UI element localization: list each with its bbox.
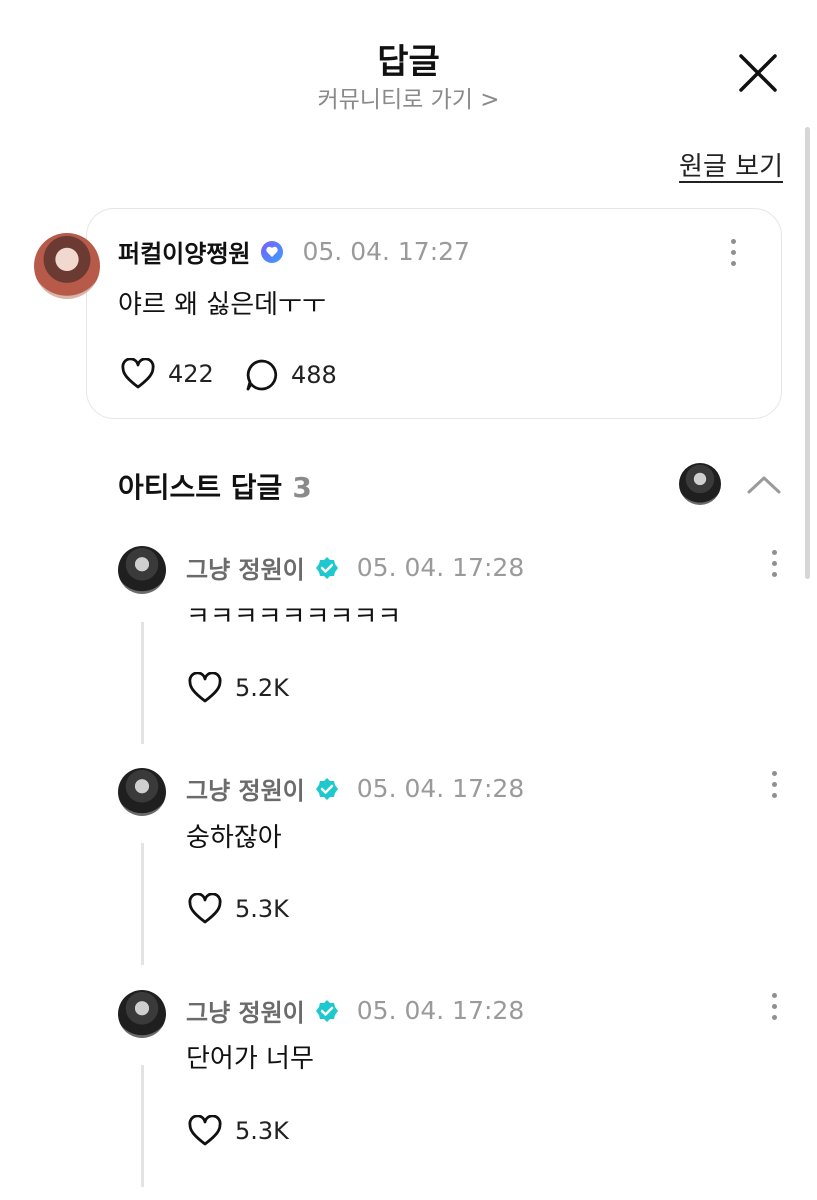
- comment-count: 488: [291, 361, 337, 389]
- reply-time: 05. 04. 17:28: [356, 774, 525, 803]
- artist-replies-heading: 아티스트 답글 3: [118, 466, 312, 506]
- post-meta: 퍼컬이양쩡원 05. 04. 17:27: [118, 234, 470, 269]
- more-vertical-icon[interactable]: [769, 771, 779, 801]
- reply-text: 숭하잖아: [186, 823, 282, 853]
- reply-author: 그냥 정원이: [186, 999, 305, 1027]
- reply-text: ㅋㅋㅋㅋㅋㅋㅋㅋㅋ: [186, 602, 402, 632]
- close-icon: [739, 54, 777, 92]
- reply-meta: 그냥 정원이 05. 04. 17:28: [186, 550, 524, 585]
- verified-badge-icon: [315, 999, 338, 1022]
- thread-line: [141, 1065, 144, 1187]
- avatar[interactable]: [118, 990, 166, 1038]
- go-to-community-link[interactable]: 커뮤니티로 가기 >: [0, 80, 817, 114]
- avatar[interactable]: [679, 463, 721, 505]
- like-button[interactable]: 5.3K: [187, 1115, 289, 1147]
- like-button[interactable]: 5.2K: [187, 672, 289, 704]
- like-button[interactable]: 5.3K: [187, 893, 289, 925]
- like-count: 5.3K: [235, 1117, 289, 1145]
- like-count: 5.3K: [235, 895, 289, 923]
- post-author: 퍼컬이양쩡원: [118, 240, 251, 268]
- scrollbar[interactable]: [805, 127, 810, 579]
- close-button[interactable]: [735, 50, 781, 96]
- heart-icon: [188, 1115, 222, 1146]
- verified-badge-icon: [315, 556, 338, 579]
- reply-text: 단어가 너무: [186, 1044, 314, 1074]
- comment-button[interactable]: 488: [245, 358, 337, 392]
- fan-badge-icon: [261, 240, 284, 263]
- artist-replies-count: 3: [292, 471, 312, 504]
- more-vertical-icon[interactable]: [769, 993, 779, 1023]
- comment-bubble-icon: [246, 359, 278, 391]
- like-count: 422: [168, 360, 214, 388]
- header: 답글 커뮤니티로 가기 >: [0, 0, 817, 120]
- page-title: 답글: [377, 42, 440, 82]
- heart-icon: [188, 672, 222, 703]
- chevron-up-icon: [747, 476, 781, 494]
- post-time: 05. 04. 17:27: [302, 237, 470, 266]
- artist-replies-label: 아티스트 답글: [118, 471, 283, 504]
- heart-icon: [188, 893, 222, 924]
- thread-line: [141, 843, 144, 965]
- view-original-link[interactable]: 원글 보기: [679, 146, 783, 183]
- avatar[interactable]: [34, 233, 100, 299]
- reply-time: 05. 04. 17:28: [356, 996, 525, 1025]
- reply-meta: 그냥 정원이 05. 04. 17:28: [186, 771, 524, 806]
- reply-meta: 그냥 정원이 05. 04. 17:28: [186, 993, 524, 1028]
- avatar[interactable]: [118, 768, 166, 816]
- reply-time: 05. 04. 17:28: [356, 553, 525, 582]
- collapse-button[interactable]: [745, 470, 783, 500]
- like-count: 5.2K: [235, 674, 289, 702]
- reply-author: 그냥 정원이: [186, 777, 305, 805]
- avatar[interactable]: [118, 546, 166, 594]
- more-vertical-icon[interactable]: [728, 239, 738, 269]
- like-button[interactable]: 422: [120, 358, 214, 390]
- verified-badge-icon: [315, 777, 338, 800]
- post-text: 야르 왜 싫은데ㅜㅜ: [118, 290, 326, 320]
- heart-icon: [121, 358, 155, 389]
- reply-author: 그냥 정원이: [186, 556, 305, 584]
- more-vertical-icon[interactable]: [769, 550, 779, 580]
- thread-line: [141, 622, 144, 744]
